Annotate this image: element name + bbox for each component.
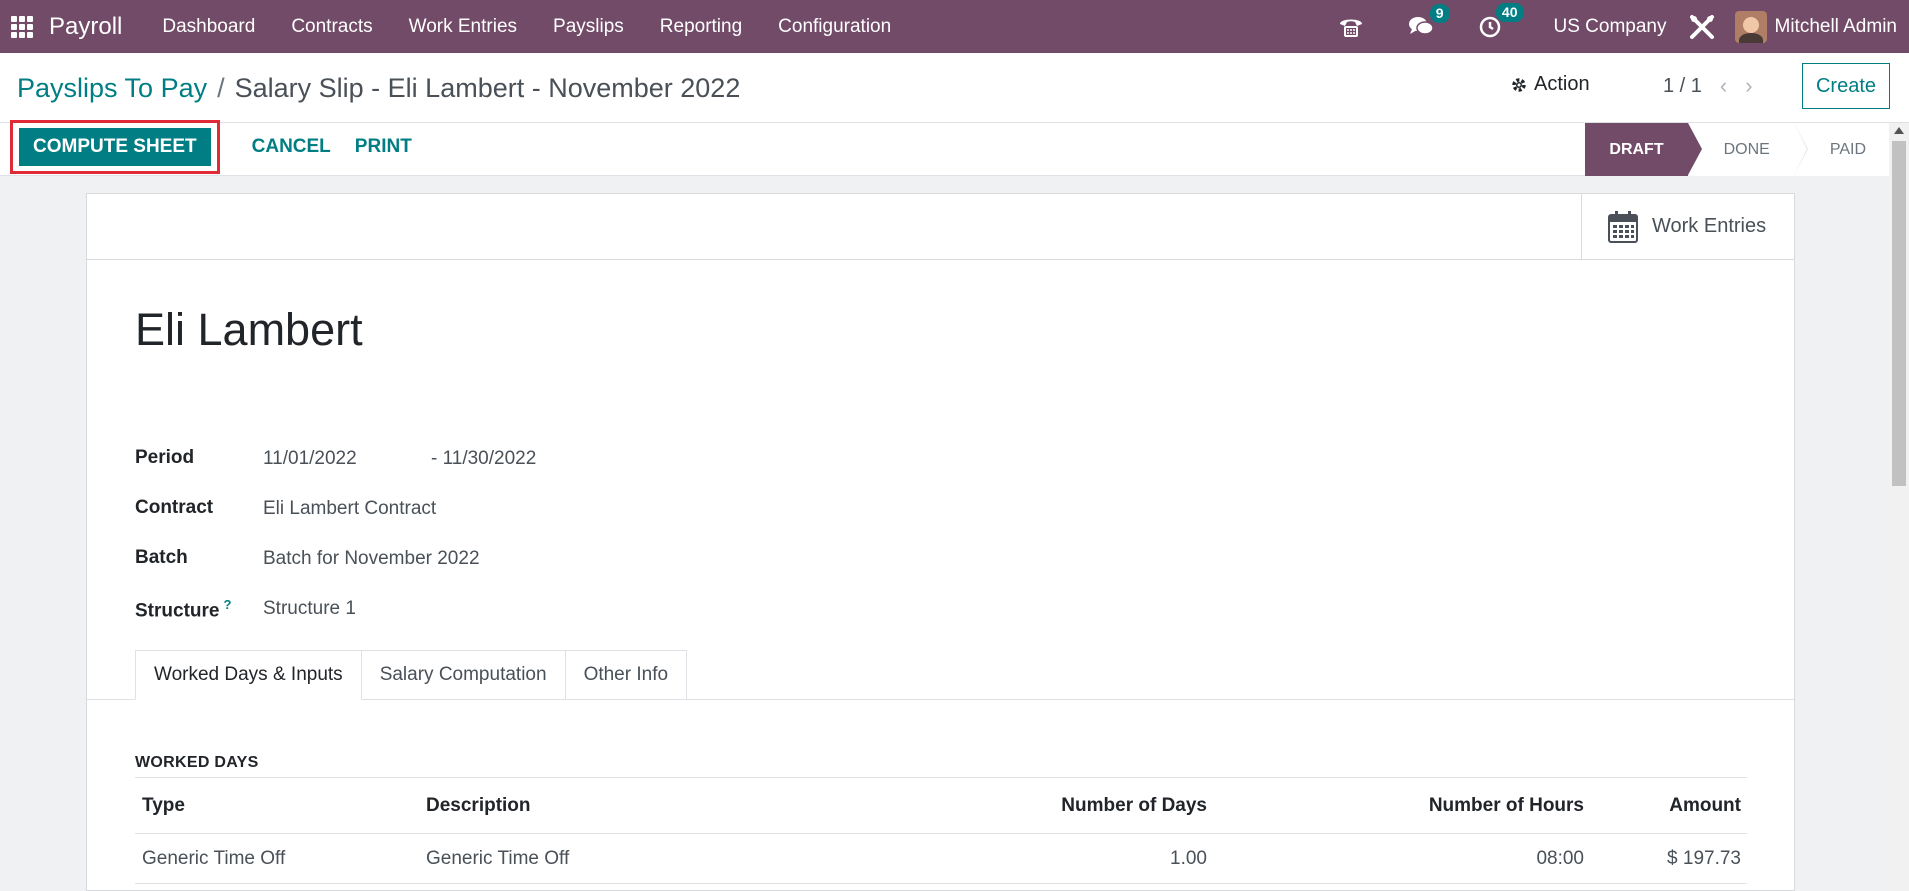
column-amount[interactable]: Amount: [1584, 795, 1747, 817]
debug-tools-icon[interactable]: [1689, 14, 1715, 40]
menu-dashboard[interactable]: Dashboard: [144, 0, 273, 53]
contract-field[interactable]: Eli Lambert Contract: [263, 498, 436, 520]
gear-icon: [1512, 77, 1526, 92]
control-panel: Payslips To Pay / Salary Slip - Eli Lamb…: [0, 53, 1909, 176]
stage-done[interactable]: DONE: [1687, 123, 1809, 176]
chevron-right-icon[interactable]: ›: [1745, 73, 1752, 99]
menu-payslips[interactable]: Payslips: [535, 0, 642, 53]
smart-button-box: Work Entries: [87, 194, 1794, 260]
avatar: [1734, 10, 1767, 43]
column-description[interactable]: Description: [426, 795, 916, 817]
pager-value[interactable]: 1 / 1: [1663, 75, 1702, 98]
user-name: Mitchell Admin: [1774, 15, 1898, 37]
action-label: Action: [1534, 73, 1590, 95]
compute-sheet-button[interactable]: COMPUTE SHEET: [19, 128, 211, 166]
apps-menu-icon[interactable]: [11, 15, 33, 38]
calendar-icon: [1608, 210, 1638, 243]
help-icon[interactable]: ?: [223, 597, 231, 612]
menu-work-entries[interactable]: Work Entries: [391, 0, 535, 53]
notebook-tabs: Worked Days & Inputs Salary Computation …: [135, 650, 688, 700]
chevron-left-icon[interactable]: ‹: [1720, 73, 1727, 99]
cell-type: Generic Time Off: [142, 847, 286, 869]
navbar-systray: 9 40 US Company Mitchell Admin: [1322, 0, 1909, 53]
batch-label: Batch: [135, 547, 188, 568]
contract-label: Contract: [135, 497, 214, 518]
column-number-of-hours[interactable]: Number of Hours: [1207, 795, 1584, 817]
section-divider: [135, 777, 1747, 778]
column-number-of-days[interactable]: Number of Days: [916, 795, 1207, 817]
tab-worked-days-inputs[interactable]: Worked Days & Inputs: [135, 650, 362, 700]
activities-badge: 40: [1495, 2, 1524, 22]
table-header: Type Description Number of Days Number o…: [135, 779, 1747, 834]
status-bar: DRAFT DONE PAID: [1585, 123, 1890, 176]
pager: 1 / 1 ‹ ›: [1663, 73, 1753, 99]
user-menu[interactable]: Mitchell Admin: [1734, 10, 1898, 43]
activities-icon[interactable]: 40: [1478, 2, 1524, 39]
scroll-thumb[interactable]: [1892, 141, 1906, 486]
period-end-field[interactable]: - 11/30/2022: [431, 448, 536, 470]
stage-draft[interactable]: DRAFT: [1585, 123, 1702, 176]
period-start-field[interactable]: 11/01/2022: [263, 448, 357, 470]
form-sheet: Work Entries Eli Lambert Period 11/01/20…: [86, 193, 1795, 891]
structure-label-wrap: Structure?: [135, 597, 231, 622]
structure-field[interactable]: Structure 1: [263, 598, 356, 620]
cell-description: Generic Time Off: [426, 847, 570, 869]
breadcrumb-current: Salary Slip - Eli Lambert - November 202…: [234, 73, 741, 103]
scroll-up-icon[interactable]: [1894, 127, 1904, 134]
top-navbar: Payroll Dashboard Contracts Work Entries…: [0, 0, 1909, 53]
worked-days-title: WORKED DAYS: [135, 754, 259, 771]
tab-other-info[interactable]: Other Info: [564, 650, 688, 700]
work-entries-button[interactable]: Work Entries: [1581, 194, 1794, 259]
main-menu: Dashboard Contracts Work Entries Payslip…: [144, 0, 909, 53]
form-buttons: COMPUTE SHEET CANCEL PRINT: [10, 120, 424, 174]
page-scrollbar[interactable]: [1889, 123, 1909, 891]
work-entries-label: Work Entries: [1652, 215, 1767, 237]
worked-days-table: Type Description Number of Days Number o…: [135, 779, 1747, 884]
print-button[interactable]: PRINT: [343, 128, 424, 166]
create-button[interactable]: Create: [1802, 63, 1890, 109]
cell-days: 1.00: [1170, 847, 1207, 869]
column-type[interactable]: Type: [135, 795, 426, 817]
cancel-button[interactable]: CANCEL: [240, 128, 343, 166]
menu-configuration[interactable]: Configuration: [760, 0, 909, 53]
breadcrumb-separator: /: [217, 73, 225, 103]
app-brand[interactable]: Payroll: [49, 13, 122, 41]
compute-sheet-highlight: COMPUTE SHEET: [10, 120, 220, 174]
phone-icon[interactable]: [1338, 16, 1364, 38]
period-label: Period: [135, 447, 195, 468]
cell-hours: 08:00: [1536, 847, 1584, 869]
cell-amount: $ 197.73: [1667, 847, 1741, 869]
action-menu-button[interactable]: Action: [1510, 73, 1590, 96]
table-row[interactable]: Generic Time Off Generic Time Off 1.00 0…: [135, 834, 1747, 884]
menu-reporting[interactable]: Reporting: [642, 0, 760, 53]
employee-name[interactable]: Eli Lambert: [135, 304, 363, 356]
messages-icon[interactable]: 9: [1408, 3, 1450, 38]
batch-field[interactable]: Batch for November 2022: [263, 548, 480, 570]
menu-contracts[interactable]: Contracts: [273, 0, 390, 53]
breadcrumb: Payslips To Pay / Salary Slip - Eli Lamb…: [17, 73, 740, 104]
breadcrumb-payslips-to-pay[interactable]: Payslips To Pay: [17, 73, 207, 104]
company-switcher[interactable]: US Company: [1554, 16, 1667, 38]
stage-paid[interactable]: PAID: [1793, 123, 1890, 176]
tab-salary-computation[interactable]: Salary Computation: [360, 650, 566, 700]
messages-badge: 9: [1429, 3, 1450, 23]
structure-label: Structure: [135, 600, 220, 622]
